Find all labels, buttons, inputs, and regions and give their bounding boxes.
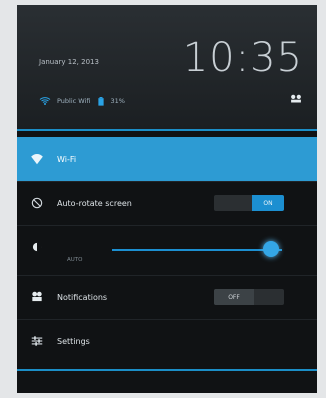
wifi-row-icon <box>29 151 45 167</box>
settings-icon <box>29 333 45 349</box>
top-separator <box>17 129 317 131</box>
auto-rotate-row[interactable]: Auto-rotate screen ON <box>17 181 317 225</box>
wifi-icon <box>39 97 51 105</box>
brightness-slider-track[interactable] <box>112 249 282 251</box>
settings-label: Settings <box>57 336 90 346</box>
notifications-toggle[interactable]: OFF <box>214 289 284 305</box>
lockscreen-header: January 12, 2013 10:35 Public Wifi 31% <box>17 5 317 129</box>
status-row: Public Wifi 31% <box>39 95 125 107</box>
battery-icon <box>97 96 104 106</box>
date-text: January 12, 2013 <box>39 58 99 66</box>
toggle-off-segment: OFF <box>214 289 254 305</box>
clock: 10:35 <box>182 35 303 81</box>
bottom-separator <box>17 369 317 371</box>
wifi-label: Wi-Fi <box>57 154 77 164</box>
notifications-row[interactable]: Notifications OFF <box>17 275 317 319</box>
brightness-auto-label: AUTO <box>67 257 83 263</box>
brightness-icon <box>29 239 45 255</box>
rotate-icon <box>29 195 45 211</box>
settings-row[interactable]: Settings <box>17 319 317 363</box>
settings-shortcut-icon[interactable] <box>289 93 303 105</box>
quick-settings-panel: January 12, 2013 10:35 Public Wifi 31% W… <box>17 5 317 393</box>
toggle-on-segment: ON <box>252 195 284 211</box>
notifications-label: Notifications <box>57 292 108 302</box>
battery-percent: 31% <box>110 97 125 105</box>
notifications-icon <box>29 289 45 305</box>
wifi-name: Public Wifi <box>57 97 91 105</box>
auto-rotate-toggle[interactable]: ON <box>214 195 284 211</box>
wifi-row[interactable]: Wi-Fi <box>17 137 317 181</box>
brightness-slider-thumb[interactable] <box>263 241 279 257</box>
auto-rotate-label: Auto-rotate screen <box>57 198 132 208</box>
